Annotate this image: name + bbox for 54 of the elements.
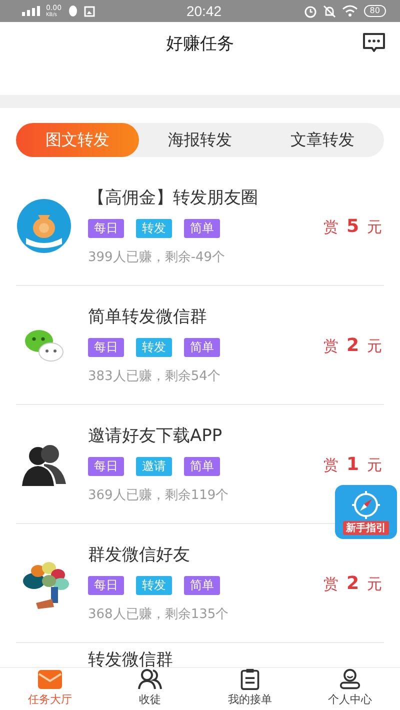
mute-bell-icon [322, 4, 336, 18]
users-icon [138, 668, 162, 690]
task-title[interactable]: 简单转发微信群 [88, 306, 324, 328]
task-tag: 转发 [136, 576, 172, 594]
page-title: 好赚任务 [166, 33, 234, 55]
nav-tab[interactable]: 我的接单 [200, 668, 300, 710]
reward-unit: 元 [367, 574, 382, 594]
compass-icon [351, 490, 381, 520]
reward-label: 赏 [323, 218, 338, 236]
nav-tab[interactable]: 任务大厅 [0, 668, 100, 710]
reward-label: 赏 [323, 574, 338, 594]
task-stats: 369人已赚，剩余119个 [88, 486, 230, 504]
reward-label: 赏 [323, 336, 338, 356]
person-icon [338, 668, 362, 690]
reward-amount: 2 [346, 572, 359, 594]
reward-label: 赏 [323, 456, 338, 474]
alarm-icon [304, 4, 317, 18]
reward-amount: 5 [346, 216, 359, 236]
image-icon [84, 6, 95, 16]
task-title[interactable]: 群发微信好友 [88, 544, 324, 566]
task-stats: 368人已赚，剩余135个 [88, 606, 230, 622]
reward-unit: 元 [367, 336, 382, 356]
task-tag: 每日 [88, 576, 124, 594]
task-tag: 每日 [88, 456, 124, 476]
task-tag: 每日 [88, 218, 124, 238]
reward-amount: 2 [346, 334, 359, 356]
task-stats: 383人已赚，剩余54个 [88, 368, 222, 384]
wifi-icon [342, 5, 358, 17]
reward-amount: 1 [346, 454, 359, 474]
battery-indicator: 80 [364, 5, 386, 17]
task-tag: 转发 [136, 218, 172, 238]
task-tag: 邀请 [136, 456, 172, 476]
task-tag: 简单 [184, 576, 220, 594]
task-tag: 每日 [88, 338, 124, 356]
tab[interactable]: 文章转发 [261, 123, 384, 157]
task-tag: 简单 [184, 338, 220, 356]
task-stats: 399人已赚，剩余-49个 [88, 248, 226, 266]
reward-unit: 元 [367, 456, 382, 474]
task-title[interactable]: 邀请好友下载APP [88, 424, 324, 446]
envelope-icon [38, 668, 62, 690]
task-title[interactable]: 【高佣金】转发朋友圈 [88, 186, 324, 208]
task-icon [16, 198, 72, 254]
clock-time: 20:42 [186, 3, 222, 19]
task-tag: 简单 [184, 218, 220, 238]
task-tag: 简单 [184, 456, 220, 476]
signal-icon [22, 6, 40, 16]
task-tag: 转发 [136, 338, 172, 356]
reward-unit: 元 [367, 218, 382, 236]
tab[interactable]: 海报转发 [138, 123, 262, 157]
nav-tab[interactable]: 个人中心 [300, 668, 400, 710]
message-icon[interactable] [362, 32, 386, 54]
nav-tab[interactable]: 收徒 [100, 668, 200, 710]
clipboard-icon [239, 668, 261, 690]
guide-button[interactable]: 新手指引 [335, 485, 397, 539]
